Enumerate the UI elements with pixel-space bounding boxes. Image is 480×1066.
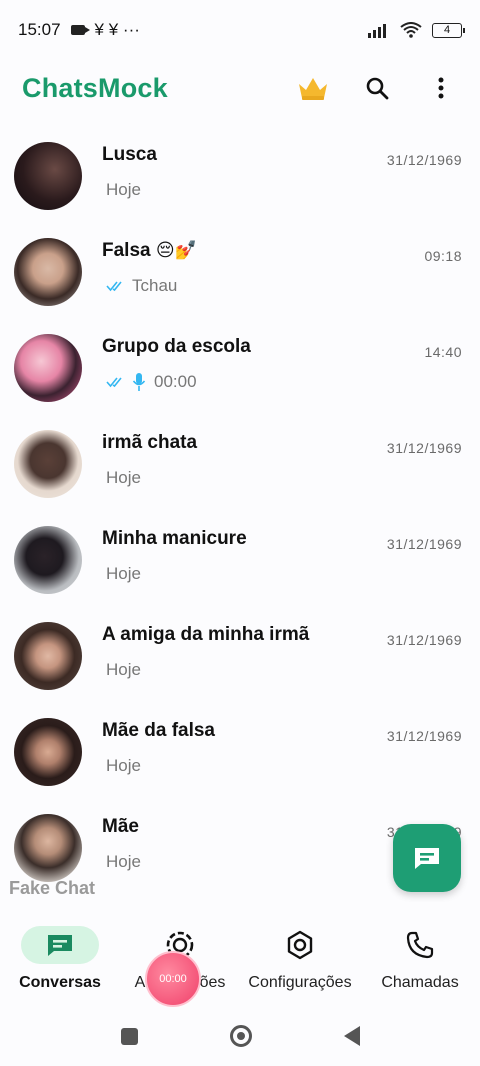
chat-name: Mãe da falsa [102,720,215,741]
avatar [14,526,82,594]
chat-name: Lusca [102,144,157,165]
status-extra: ¥ ¥ ··· [94,20,140,39]
chat-row-falsa[interactable]: Falsa 😔💅 09:18 Tchau [0,224,480,320]
chat-name: A amiga da minha irmã [102,624,310,645]
wifi-icon [400,22,422,38]
home-button[interactable] [229,1025,252,1047]
video-camera-icon [70,25,90,35]
avatar [14,814,82,882]
chat-preview: Hoje [106,180,141,199]
chat-name: Falsa 😔💅 [102,240,197,262]
chat-name: irmã chata [102,432,198,453]
avatar [14,238,82,306]
chat-preview: Hoje [106,660,141,679]
chat-row-mae-da-falsa[interactable]: Mãe da falsa 31/12/1969 Hoje [0,704,480,800]
chat-time: 31/12/1969 [386,728,462,744]
chat-time: 31/12/1969 [386,536,462,552]
mic-icon [132,373,146,391]
avatar [14,430,82,498]
nav-tab-chamadas[interactable]: Chamadas [360,912,480,1004]
crown-icon [299,78,327,100]
avatar [14,142,82,210]
chat-preview: 00:00 [154,372,197,391]
new-chat-icon [415,848,439,869]
recents-button[interactable] [120,1027,138,1045]
nav-label: Configurações [248,974,352,991]
avatar [14,622,82,690]
bottom-navigation: Conversas Atualizações Configurações Cha… [0,912,480,1004]
search-button[interactable] [360,71,394,105]
chat-row-minha-manicure[interactable]: Minha manicure 31/12/1969 Hoje [0,512,480,608]
signal-icon [368,24,386,38]
status-time: 15:07 [18,20,61,39]
nav-tab-configuracoes[interactable]: Configurações [240,912,360,1004]
nav-icon-container [381,926,459,964]
double-check-icon [106,377,122,388]
chat-name: Minha manicure [102,528,247,549]
avatar [14,334,82,402]
more-options-button[interactable] [424,71,458,105]
nav-icon-container [21,926,99,964]
system-navigation-bar [0,1006,480,1066]
new-chat-button[interactable] [393,824,461,892]
chat-time: 14:40 [424,344,462,360]
status-bar: 15:07 ¥ ¥ ··· 4 [0,0,480,60]
nav-tab-conversas[interactable]: Conversas [0,912,120,1004]
chat-row-a-amiga-da-minha-irma[interactable]: A amiga da minha irmã 31/12/1969 Hoje [0,608,480,704]
chat-name-text: Falsa [102,240,151,261]
chat-preview: Hoje [106,564,141,583]
chat-preview: Hoje [106,852,141,871]
avatar [14,718,82,786]
chat-icon [48,935,72,956]
chat-time: 31/12/1969 [386,440,462,456]
app-bar: ChatsMock [0,60,480,116]
double-check-icon [106,281,122,292]
search-icon [366,77,389,100]
watermark: Fake Chat [9,878,96,898]
premium-crown-button[interactable] [296,71,330,105]
nav-label: Conversas [19,974,101,991]
app-title: ChatsMock [22,72,168,103]
chat-name: Mãe [102,816,139,837]
phone-icon [406,931,434,959]
battery-level: 4 [443,24,451,36]
chat-time: 31/12/1969 [386,152,462,168]
chat-preview: Tchau [132,276,178,295]
nav-label: Chamadas [381,974,459,991]
battery-icon: 4 [432,22,465,38]
chat-row-lusca[interactable]: Lusca 31/12/1969 Hoje [0,128,480,224]
more-vert-icon [438,77,444,99]
chat-preview: Hoje [106,756,141,775]
recording-bubble[interactable]: 00:00 [145,951,201,1007]
chat-name: Grupo da escola [102,336,251,357]
chat-time: 31/12/1969 [386,632,462,648]
chat-preview: Hoje [106,468,141,487]
nav-icon-container [261,926,339,964]
chat-time: 09:18 [424,248,462,264]
settings-icon [287,930,313,960]
back-button[interactable] [343,1026,360,1046]
chat-row-grupo-da-escola[interactable]: Grupo da escola 14:40 00:00 [0,320,480,416]
chat-list: Lusca 31/12/1969 Hoje Falsa 😔💅 09:18 Tch… [0,128,480,896]
chat-row-irma-chata[interactable]: irmã chata 31/12/1969 Hoje [0,416,480,512]
chat-name-emoji: 😔💅 [155,240,198,260]
